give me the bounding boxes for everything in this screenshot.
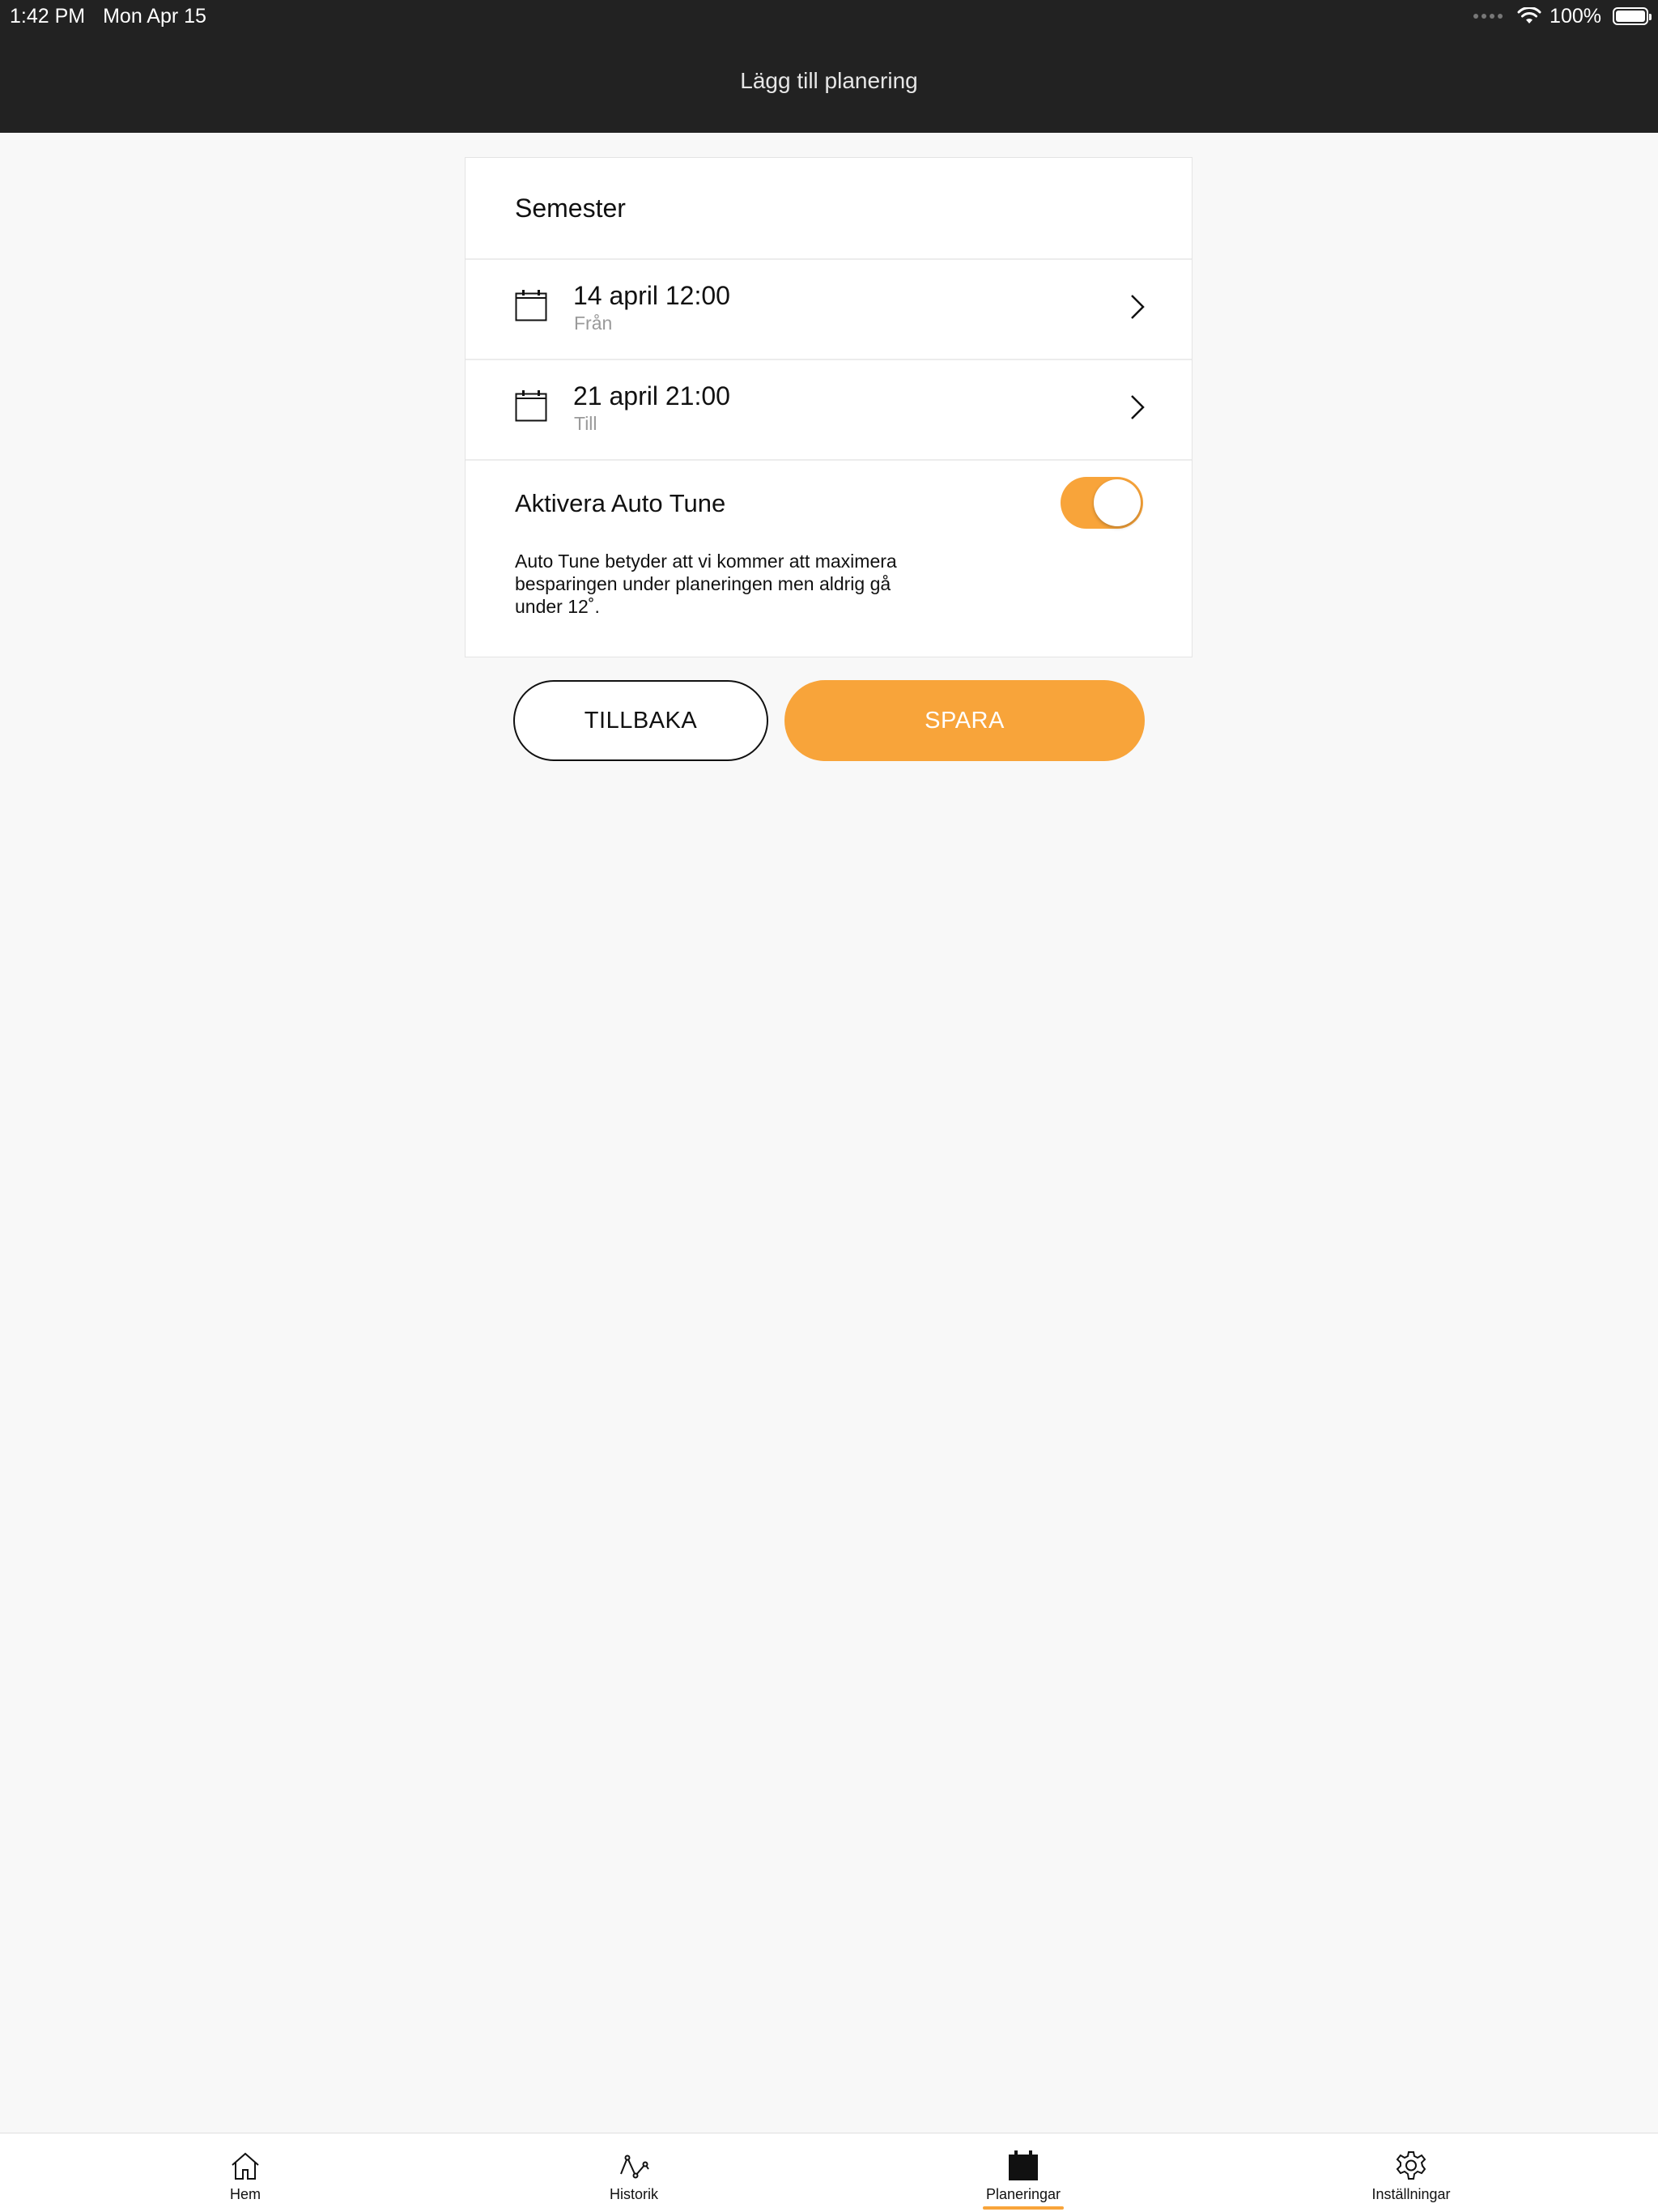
from-date-label: Från [574,313,613,334]
chevron-right-icon [1131,395,1145,419]
calendar-icon [515,390,547,422]
from-date-value: 14 april 12:00 [573,281,730,310]
tab-label: Inställningar [1371,2186,1451,2202]
planning-name-row[interactable]: Semester [466,158,1192,260]
cellular-signal-icon [1473,14,1503,19]
calendar-icon [1009,2150,1038,2180]
home-icon [232,2152,259,2180]
status-bar-right: 100% [1473,3,1652,29]
auto-tune-description: Auto Tune betyder att vi kommer att maxi… [515,551,897,617]
back-button[interactable]: TILLBAKA [513,680,768,761]
to-date-row[interactable]: 21 april 21:00 Till [466,359,1192,461]
to-date-value: 21 april 21:00 [573,381,730,410]
status-date: Mon Apr 15 [103,5,206,28]
graph-icon [620,2155,649,2179]
page-title: Lägg till planering [740,68,918,93]
battery-icon [1613,7,1652,25]
tab-label: Hem [229,2186,261,2202]
tab-label: Historik [609,2186,658,2202]
to-date-label: Till [574,413,597,434]
planning-form-card: Semester 14 april 12:00 Från 21 april 21… [465,157,1192,657]
from-date-row[interactable]: 14 april 12:00 Från [466,258,1192,360]
tab-installningar[interactable]: Inställningar [1322,2133,1500,2212]
auto-tune-row: Aktivera Auto Tune Auto Tune betyder att… [466,459,1192,658]
toggle-knob [1094,479,1141,526]
battery-percentage: 100% [1550,5,1601,28]
auto-tune-label: Aktivera Auto Tune [515,489,726,517]
status-time: 1:42 PM [10,5,86,28]
planning-name: Semester [515,194,626,223]
status-bar-left: 1:42 PM Mon Apr 15 [10,3,224,29]
auto-tune-toggle[interactable] [1061,477,1143,529]
save-button[interactable]: SPARA [784,680,1145,761]
tab-planeringar[interactable]: Planeringar [934,2133,1112,2212]
app-root: 1:42 PM Mon Apr 15 100% Lägg till planeri… [0,0,1658,2212]
active-tab-indicator [983,2206,1064,2210]
gear-icon [1396,2151,1426,2180]
calendar-icon [515,290,547,321]
tab-hem[interactable]: Hem [156,2133,334,2212]
tab-historik[interactable]: Historik [545,2133,723,2212]
chevron-right-icon [1131,295,1145,319]
top-bar: 1:42 PM Mon Apr 15 100% Lägg till planeri… [0,0,1658,133]
wifi-icon [1517,7,1541,23]
tab-label: Planeringar [985,2186,1061,2202]
tab-bar: Hem Historik Planeringar Inställningar [0,2133,1658,2212]
